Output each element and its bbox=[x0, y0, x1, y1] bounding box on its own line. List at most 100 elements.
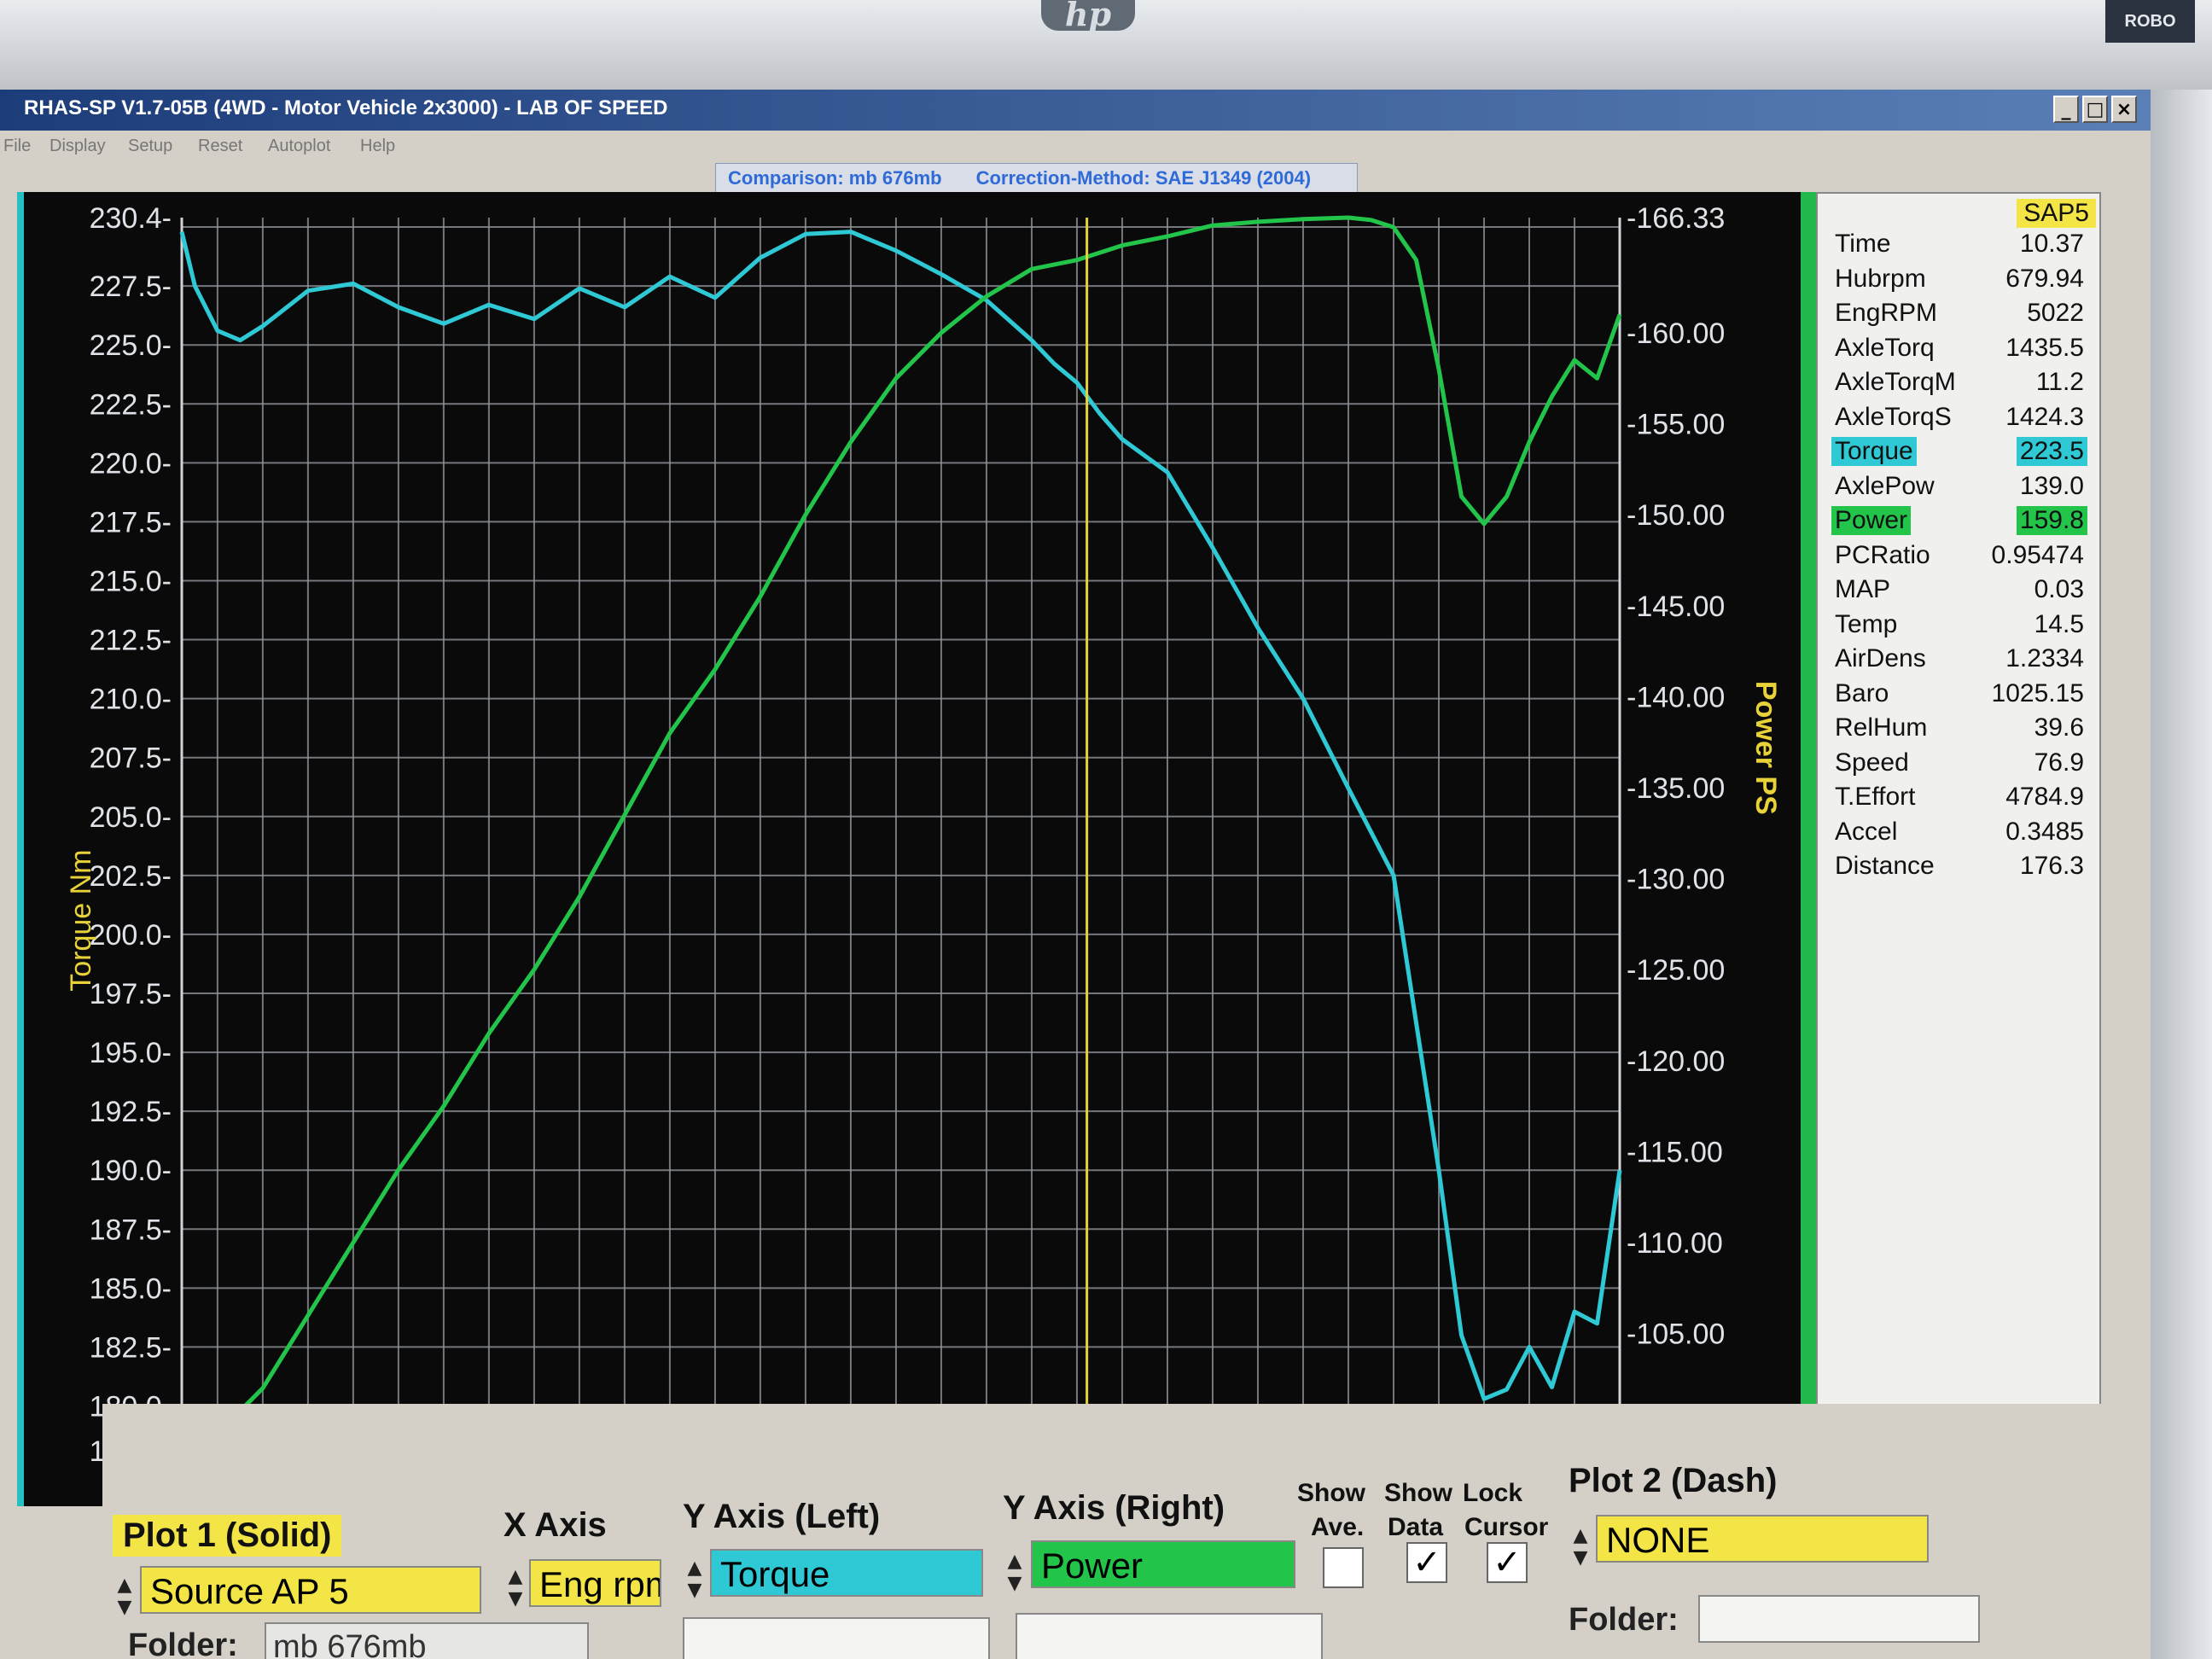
y-axis-title: Torque Nm bbox=[65, 850, 97, 992]
data-row-value: 0.3485 bbox=[2005, 817, 2084, 846]
x-axis-spinner-icon[interactable]: ▲ ▼ bbox=[504, 1566, 527, 1614]
show-data-checkbox[interactable]: ✓ bbox=[1406, 1542, 1447, 1583]
y2-tick-label: -160.00 bbox=[1627, 317, 1725, 350]
plot1-source-select[interactable]: Source AP 5 bbox=[140, 1566, 481, 1614]
y-tick-label: 190.0- bbox=[90, 1155, 172, 1187]
data-row-value: 139.0 bbox=[2019, 471, 2084, 500]
data-row-hubrpm: Hubrpm 679.94 bbox=[1825, 263, 2091, 295]
show-ave-label: Show bbox=[1297, 1479, 1365, 1507]
dyno-chart[interactable]: 230.4- 227.5- 225.0- 222.5- 220.0- 217.5- 215.… bbox=[24, 192, 1807, 1506]
y-tick-label: 222.5- bbox=[90, 388, 172, 421]
data-row-value: 5022 bbox=[2027, 299, 2084, 327]
y-axis-right-spinner-icon[interactable]: ▲ ▼ bbox=[1003, 1551, 1027, 1598]
data-row-label: AxlePow bbox=[1835, 471, 1935, 500]
y2-tick-label: -130.00 bbox=[1627, 864, 1725, 896]
menu-file[interactable]: File bbox=[3, 137, 31, 156]
data-row-value: 0.03 bbox=[2034, 575, 2084, 603]
data-row-axletorq: AxleTorq 1435.5 bbox=[1825, 332, 2091, 364]
data-row-accel: Accel 0.3485 bbox=[1825, 816, 2091, 848]
series-line-torque bbox=[179, 230, 1622, 1401]
data-row-value: 76.9 bbox=[2034, 748, 2084, 777]
comparison-text: Comparison: mb 676mb bbox=[728, 167, 942, 189]
data-row-value: 679.94 bbox=[2005, 264, 2084, 293]
y-axis-left-spinner-icon[interactable]: ▲ ▼ bbox=[683, 1557, 707, 1605]
y-tick-label: 230.4- bbox=[90, 202, 172, 235]
y-tick-label: 220.0- bbox=[90, 447, 172, 480]
show-ave-checkbox[interactable] bbox=[1323, 1547, 1364, 1588]
monitor-bezel-top: hp ROBO bbox=[0, 0, 2212, 90]
data-row-label: Speed bbox=[1835, 748, 1909, 777]
y2-tick-label: -115.00 bbox=[1627, 1136, 1723, 1168]
data-row-axletorqs: AxleTorqS 1424.3 bbox=[1825, 401, 2091, 434]
y-tick-label: 195.0- bbox=[90, 1037, 172, 1069]
y2-axis-title: Power PS bbox=[1749, 681, 1782, 815]
minimize-button[interactable]: _ bbox=[2053, 96, 2079, 123]
lock-cursor-label-2: Cursor bbox=[1464, 1513, 1549, 1541]
data-row-label: Power bbox=[1831, 506, 1912, 535]
menu-setup[interactable]: Setup bbox=[128, 137, 172, 156]
y-tick-label: 210.0- bbox=[90, 684, 172, 716]
data-row-value: 1025.15 bbox=[1991, 678, 2084, 707]
data-row-pcratio: PCRatio 0.95474 bbox=[1825, 539, 2091, 572]
plot2-label: Plot 2 (Dash) bbox=[1569, 1462, 1778, 1499]
hp-logo-icon: hp bbox=[1041, 0, 1135, 31]
folder-label: Folder: bbox=[128, 1627, 238, 1659]
data-row-value: 39.6 bbox=[2034, 713, 2084, 742]
menu-reset[interactable]: Reset bbox=[198, 137, 242, 156]
data-row-axlepow: AxlePow 139.0 bbox=[1825, 470, 2091, 503]
y-axis-left-label: Y Axis (Left) bbox=[683, 1498, 881, 1535]
title-bar: RHAS-SP V1.7-05B (4WD - Motor Vehicle 2x… bbox=[0, 90, 2151, 131]
data-row-value: 159.8 bbox=[2016, 506, 2087, 535]
data-row-label: Time bbox=[1835, 230, 1891, 258]
data-row-label: T.Effort bbox=[1835, 783, 1916, 811]
lock-cursor-checkbox[interactable]: ✓ bbox=[1487, 1542, 1528, 1583]
y-tick-label: 182.5- bbox=[90, 1331, 172, 1364]
plot2-spinner-icon[interactable]: ▲ ▼ bbox=[1569, 1525, 1592, 1573]
data-row-value: 10.37 bbox=[2019, 230, 2084, 258]
data-row-axletorqm: AxleTorqM 11.2 bbox=[1825, 366, 2091, 399]
data-row-label: Distance bbox=[1835, 852, 1935, 880]
close-button[interactable]: × bbox=[2111, 96, 2137, 123]
data-row-distance: Distance 176.3 bbox=[1825, 850, 2091, 882]
y-tick-label: 227.5- bbox=[90, 271, 172, 303]
menu-autoplot[interactable]: Autoplot bbox=[268, 137, 330, 156]
y2-tick-label: -166.33 bbox=[1627, 202, 1725, 235]
controls-panel: Plot 1 (Solid) X Axis Y Axis (Left) Y Ax… bbox=[102, 1404, 2116, 1659]
plot-area[interactable]: 230.4- 227.5- 225.0- 222.5- 220.0- 217.5- 215.… bbox=[17, 192, 1807, 1506]
y2-tick-label: -140.00 bbox=[1627, 681, 1725, 713]
data-panel-header: SAP5 bbox=[2017, 199, 2096, 228]
y-axis-right-select[interactable]: Power bbox=[1031, 1540, 1295, 1588]
menu-bar: File Display Setup Reset Autoplot Help bbox=[0, 131, 2151, 163]
data-row-time: Time 10.37 bbox=[1825, 228, 2091, 260]
maximize-button[interactable]: □ bbox=[2082, 96, 2108, 123]
folder-field[interactable]: mb 676mb bbox=[265, 1622, 589, 1659]
x-axis-label: X Axis bbox=[504, 1506, 607, 1544]
data-row-value: 1.2334 bbox=[2005, 644, 2084, 672]
plot1-label: Plot 1 (Solid) bbox=[113, 1515, 342, 1557]
plot1-spinner-icon[interactable]: ▲ ▼ bbox=[113, 1575, 137, 1622]
y-tick-label: 225.0- bbox=[90, 329, 172, 362]
y-axis-right-label: Y Axis (Right) bbox=[1003, 1489, 1225, 1527]
data-row-value: 11.2 bbox=[2035, 368, 2084, 396]
data-row-map: MAP 0.03 bbox=[1825, 573, 2091, 606]
data-row-power: Power 159.8 bbox=[1825, 504, 2091, 537]
plot2-folder-label: Folder: bbox=[1569, 1602, 1679, 1638]
data-row-value: 0.95474 bbox=[1991, 540, 2084, 569]
plot2-folder-field[interactable] bbox=[1698, 1595, 1980, 1643]
y-tick-label: 215.0- bbox=[90, 565, 172, 597]
plot2-select[interactable]: NONE bbox=[1596, 1515, 1929, 1563]
data-row-label: AirDens bbox=[1835, 644, 1926, 672]
x-axis-select[interactable]: Eng rpm bbox=[529, 1559, 661, 1607]
menu-help[interactable]: Help bbox=[360, 137, 395, 156]
data-panel: SAP5 Time 10.37 Hubrpm 679.94 EngRPM 5022 Axle… bbox=[1816, 192, 2101, 1493]
y-tick-label: 200.0- bbox=[90, 919, 172, 952]
menu-display[interactable]: Display bbox=[49, 137, 106, 156]
data-row-value: 223.5 bbox=[2016, 437, 2087, 466]
y2-tick-label: -120.00 bbox=[1627, 1045, 1725, 1078]
data-row-label: EngRPM bbox=[1835, 299, 1938, 327]
right-axis-info-box bbox=[1016, 1613, 1323, 1659]
y-axis-left-select[interactable]: Torque bbox=[710, 1549, 983, 1597]
monitor-bezel-right bbox=[2151, 90, 2212, 1659]
data-row-label: Accel bbox=[1835, 817, 1898, 846]
lock-cursor-label: Lock bbox=[1463, 1479, 1523, 1507]
